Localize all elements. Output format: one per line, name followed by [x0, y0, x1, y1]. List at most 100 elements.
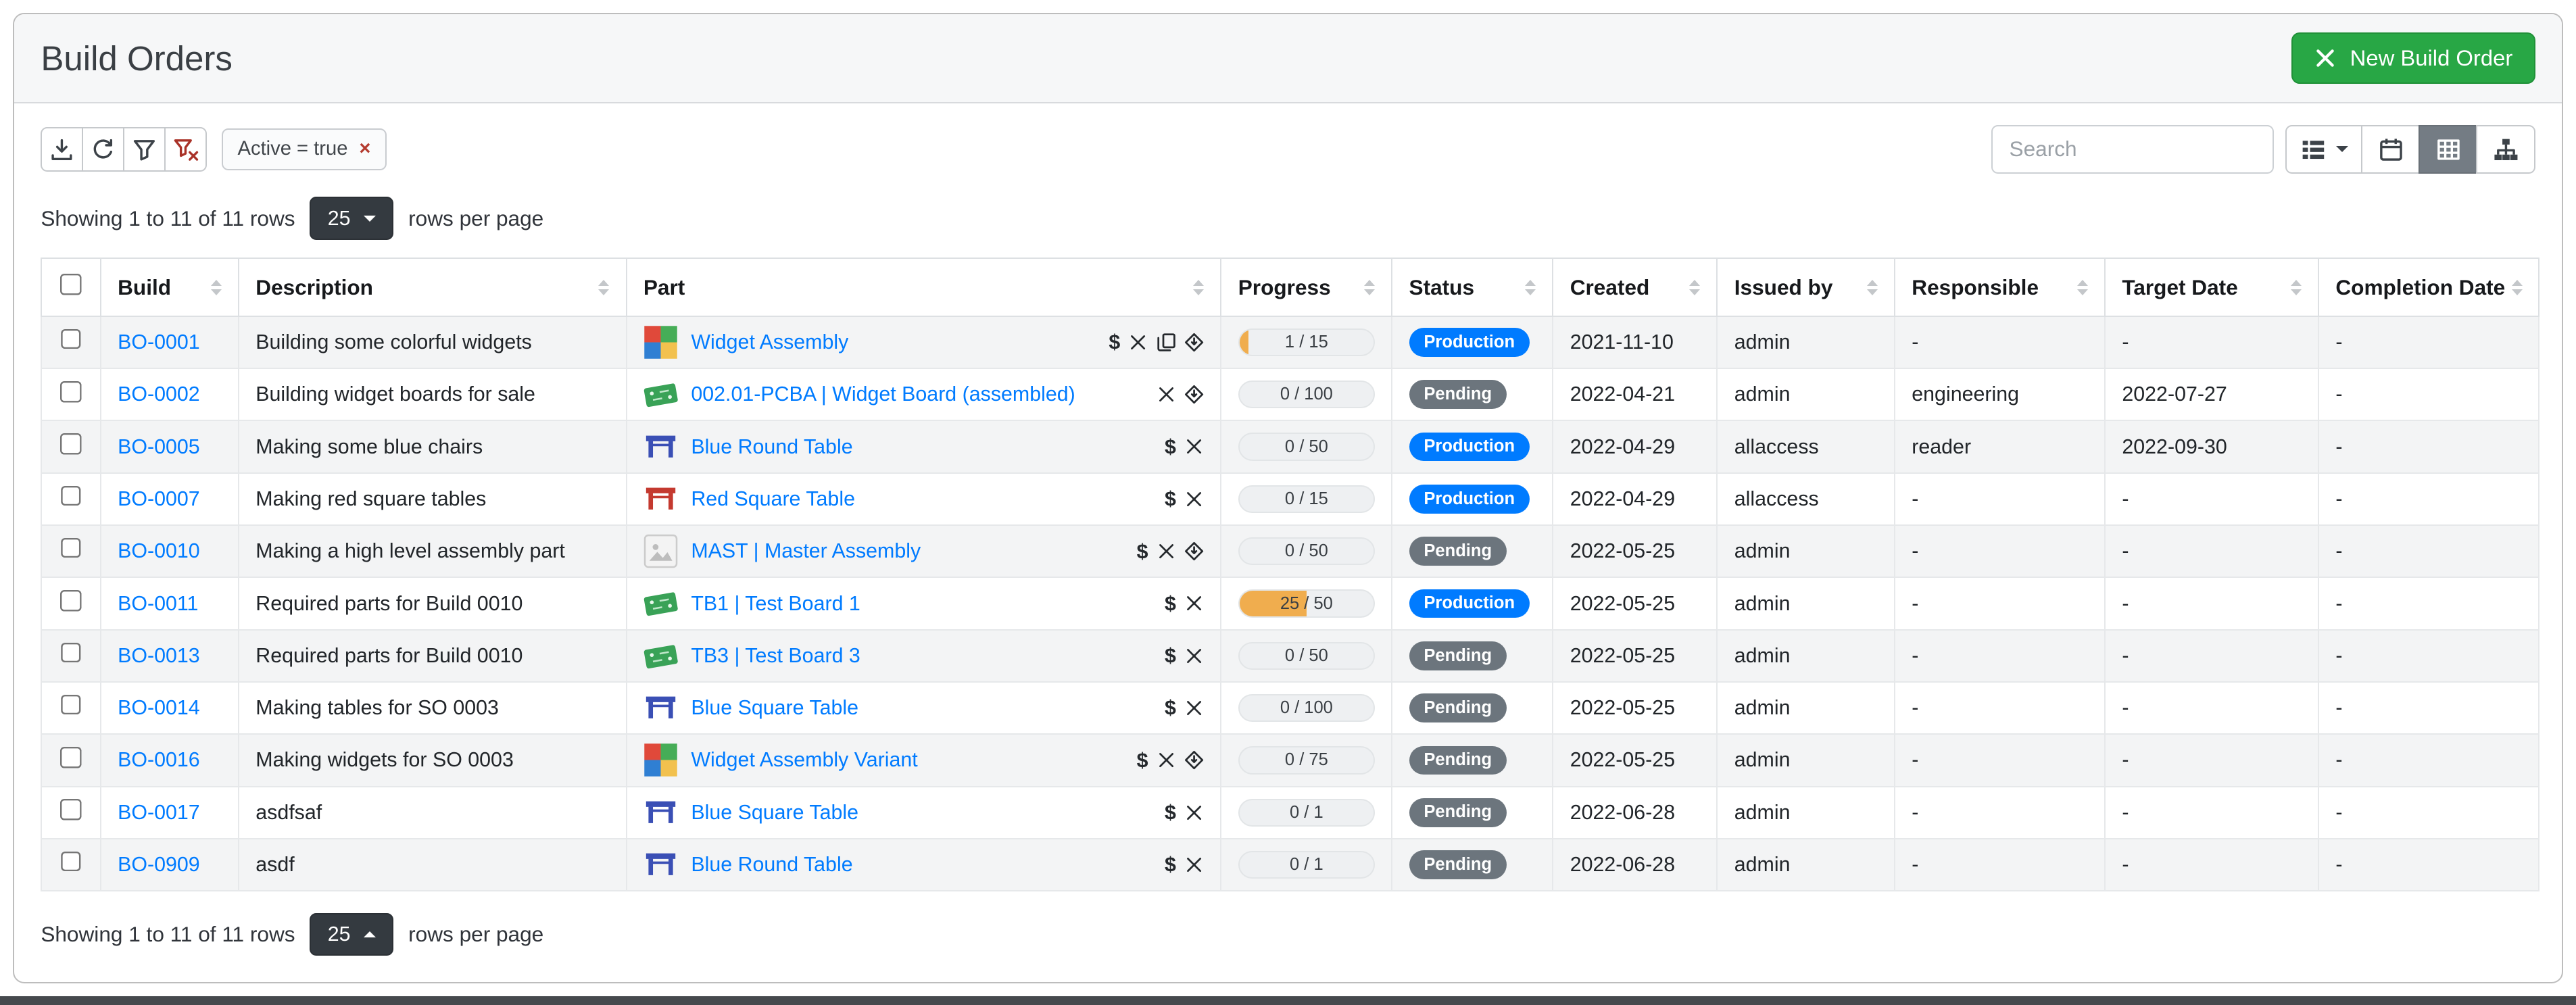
- build-link[interactable]: BO-0007: [118, 487, 200, 510]
- row-checkbox[interactable]: [60, 643, 82, 664]
- build-link[interactable]: BO-0001: [118, 330, 200, 353]
- column-header-target-date[interactable]: Target Date: [2105, 258, 2318, 316]
- part-link[interactable]: Blue Square Table: [691, 801, 858, 825]
- clear-filters-button[interactable]: [164, 127, 207, 172]
- responsible-cell: engineering: [1895, 368, 2105, 420]
- export-button[interactable]: [41, 127, 83, 172]
- build-link[interactable]: BO-0016: [118, 748, 200, 771]
- checkbox-cell: [41, 525, 101, 577]
- sort-carets-icon[interactable]: [598, 280, 609, 295]
- sort-carets-icon[interactable]: [2291, 280, 2302, 295]
- sort-carets-icon[interactable]: [1193, 280, 1204, 295]
- build-link[interactable]: BO-0002: [118, 383, 200, 406]
- tools-icon: [1184, 437, 1204, 456]
- select-all-checkbox[interactable]: [60, 274, 82, 295]
- column-header-responsible[interactable]: Responsible: [1895, 258, 2105, 316]
- column-header-created[interactable]: Created: [1553, 258, 1717, 316]
- responsible-cell: -: [1895, 473, 2105, 525]
- row-checkbox[interactable]: [60, 329, 82, 351]
- completion-date-cell: -: [2318, 420, 2539, 472]
- build-link[interactable]: BO-0010: [118, 539, 200, 562]
- row-checkbox[interactable]: [60, 799, 82, 820]
- part-cell: Blue Square Table $: [627, 787, 1221, 839]
- filter-button[interactable]: [123, 127, 166, 172]
- sort-carets-icon[interactable]: [211, 280, 222, 295]
- part-link[interactable]: TB3 | Test Board 3: [691, 644, 860, 668]
- page-title: Build Orders: [41, 39, 233, 78]
- filter-chip-label: Active = true: [238, 138, 348, 160]
- part-thumbnail: [643, 743, 678, 777]
- sort-carets-icon[interactable]: [1867, 280, 1878, 295]
- table-row: BO-0002 Building widget boards for sale …: [41, 368, 2538, 420]
- row-checkbox[interactable]: [60, 486, 82, 508]
- row-checkbox[interactable]: [60, 695, 82, 716]
- tree-view-button[interactable]: [2476, 125, 2535, 174]
- row-checkbox[interactable]: [60, 433, 82, 455]
- progress-cell: 1 / 15: [1221, 316, 1392, 368]
- build-link[interactable]: BO-0014: [118, 696, 200, 719]
- column-header-completion-date[interactable]: Completion Date: [2318, 258, 2539, 316]
- new-build-order-button[interactable]: New Build Order: [2291, 32, 2535, 84]
- part-link[interactable]: MAST | Master Assembly: [691, 539, 921, 563]
- column-header-status[interactable]: Status: [1392, 258, 1553, 316]
- column-header-progress[interactable]: Progress: [1221, 258, 1392, 316]
- sort-carets-icon[interactable]: [1525, 280, 1536, 295]
- checkbox-cell: [41, 787, 101, 839]
- build-link[interactable]: BO-0017: [118, 801, 200, 824]
- refresh-button[interactable]: [82, 127, 124, 172]
- build-link[interactable]: BO-0005: [118, 435, 200, 458]
- sort-carets-icon[interactable]: [1689, 280, 1700, 295]
- completion-date-cell: -: [2318, 316, 2539, 368]
- part-link[interactable]: 002.01-PCBA | Widget Board (assembled): [691, 383, 1075, 406]
- status-cell: Production: [1392, 316, 1553, 368]
- sort-carets-icon[interactable]: [2512, 280, 2523, 295]
- sort-carets-icon[interactable]: [1364, 280, 1375, 295]
- display-mode-button[interactable]: [2285, 125, 2362, 174]
- part-link[interactable]: Widget Assembly: [691, 330, 848, 354]
- build-link[interactable]: BO-0011: [118, 592, 198, 615]
- page-size-dropdown[interactable]: 25: [310, 197, 393, 239]
- active-filter-chip[interactable]: Active = true ×: [222, 128, 387, 170]
- pagination-top: Showing 1 to 11 of 11 rows 25 rows per p…: [41, 197, 2535, 239]
- row-checkbox[interactable]: [60, 538, 82, 560]
- build-link[interactable]: BO-0013: [118, 644, 200, 667]
- completion-date-cell: -: [2318, 577, 2539, 629]
- status-badge: Production: [1409, 485, 1530, 514]
- progress-bar: 0 / 75: [1238, 746, 1375, 774]
- part-link[interactable]: Blue Square Table: [691, 696, 858, 720]
- progress-bar: 0 / 50: [1238, 433, 1375, 460]
- column-header-description[interactable]: Description: [239, 258, 627, 316]
- column-label: Responsible: [1912, 275, 2039, 300]
- salable-icon: $: [1165, 593, 1176, 614]
- calendar-view-button[interactable]: [2361, 125, 2421, 174]
- column-header-build[interactable]: Build: [101, 258, 239, 316]
- image-placeholder-icon: [643, 534, 678, 568]
- search-input[interactable]: [1991, 125, 2274, 174]
- part-link[interactable]: Blue Round Table: [691, 853, 852, 877]
- row-checkbox[interactable]: [60, 590, 82, 612]
- table-view-button[interactable]: [2419, 125, 2478, 174]
- part-link[interactable]: Red Square Table: [691, 487, 855, 511]
- build-link[interactable]: BO-0909: [118, 853, 200, 876]
- part-link[interactable]: Blue Round Table: [691, 435, 852, 459]
- column-header-part[interactable]: Part: [627, 258, 1221, 316]
- column-header-issued-by[interactable]: Issued by: [1717, 258, 1895, 316]
- row-checkbox[interactable]: [60, 747, 82, 768]
- progress-label: 0 / 50: [1240, 434, 1374, 459]
- checkbox-cell: [41, 368, 101, 420]
- sort-carets-icon[interactable]: [2077, 280, 2088, 295]
- part-link[interactable]: TB1 | Test Board 1: [691, 592, 860, 616]
- responsible-cell: -: [1895, 787, 2105, 839]
- column-label: Build: [118, 275, 171, 300]
- status-cell: Pending: [1392, 525, 1553, 577]
- status-badge: Pending: [1409, 746, 1507, 775]
- part-flags: $: [1096, 332, 1204, 352]
- part-thumbnail: [643, 377, 678, 412]
- page-size-dropdown[interactable]: 25: [310, 913, 393, 956]
- pcb-thumbnail-icon: [643, 377, 678, 412]
- row-checkbox[interactable]: [60, 381, 82, 403]
- created-cell: 2022-05-25: [1553, 734, 1717, 786]
- row-checkbox[interactable]: [60, 852, 82, 873]
- part-link[interactable]: Widget Assembly Variant: [691, 748, 917, 772]
- remove-filter-icon[interactable]: ×: [359, 139, 370, 159]
